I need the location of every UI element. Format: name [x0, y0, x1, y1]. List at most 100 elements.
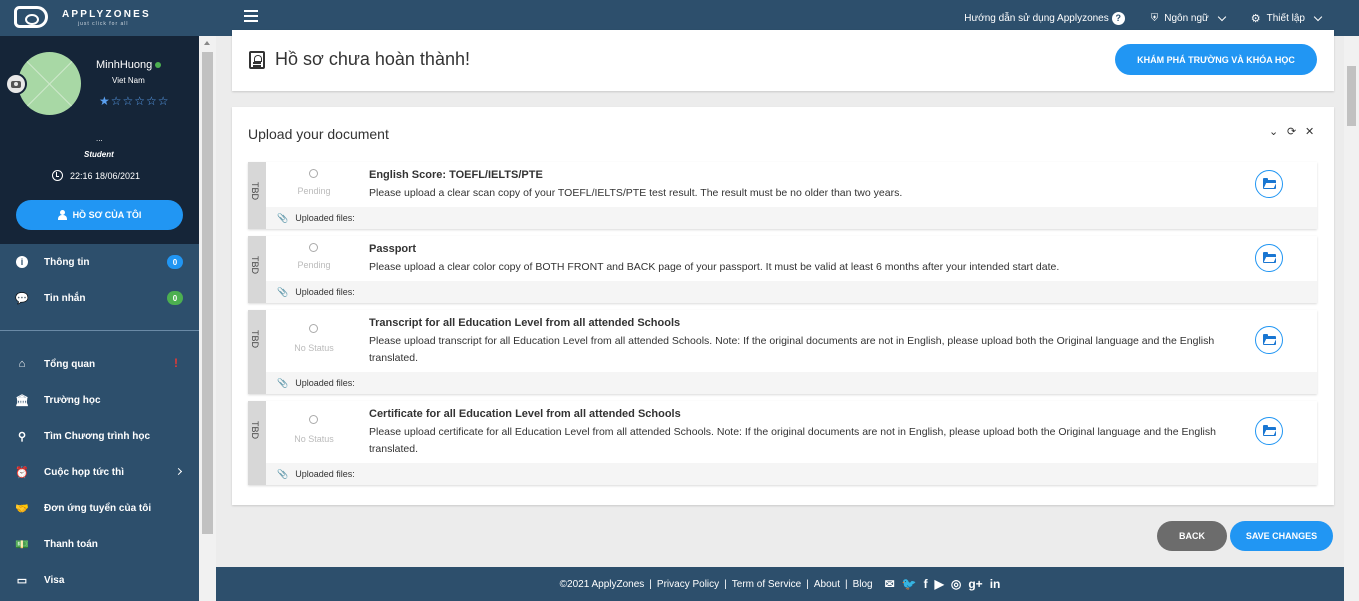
sidebar-item-find-program[interactable]: ⚲ Tìm Chương trình học: [0, 418, 199, 454]
scrollbar-thumb[interactable]: [1347, 66, 1356, 126]
language-dropdown[interactable]: ⛨ Ngôn ngữ: [1151, 12, 1227, 24]
help-label: Hướng dẫn sử dụng Applyzones: [964, 12, 1109, 24]
tbd-tag: TBD: [248, 236, 266, 303]
document-description: Please upload a clear scan copy of your …: [369, 187, 903, 199]
logo-text: APPLYZONES: [62, 9, 151, 20]
hamburger-menu-icon[interactable]: [244, 10, 258, 22]
save-changes-button[interactable]: SAVE CHANGES: [1230, 521, 1333, 551]
linkedin-icon[interactable]: in: [990, 577, 1001, 591]
uploaded-files-bar: 📎 Uploaded files:: [266, 281, 1317, 303]
upload-documents-card: Upload your document ⌄ ⟳ ✕ TBD Pending E…: [232, 107, 1334, 505]
applyzones-logo[interactable]: APPLYZONES just click for all: [14, 6, 154, 30]
collapse-chevron-icon[interactable]: ⌄: [1269, 125, 1278, 138]
about-link[interactable]: About: [814, 579, 840, 590]
document-description: Please upload a clear color copy of BOTH…: [369, 261, 1060, 273]
status-label: No Status: [294, 434, 334, 444]
sidebar-item-instant-meeting[interactable]: ⏰ Cuộc họp tức thì: [0, 454, 199, 490]
profile-role: Student: [84, 150, 114, 159]
uploaded-files-bar: 📎 Uploaded files:: [266, 372, 1317, 394]
sidebar-item-overview[interactable]: ⌂ Tổng quan !: [0, 346, 199, 382]
alert-icon: !: [174, 356, 178, 370]
googleplus-icon[interactable]: g+: [968, 577, 982, 591]
document-row-certificate: TBD No Status Certificate for all Educat…: [248, 401, 1317, 485]
scrollbar-thumb[interactable]: [202, 52, 213, 534]
profile-datetime: 22:16 18/06/2021: [52, 170, 140, 181]
privacy-policy-link[interactable]: Privacy Policy: [657, 579, 719, 590]
info-icon: i: [15, 255, 29, 269]
handshake-icon: 🤝: [15, 502, 29, 515]
upload-button[interactable]: [1255, 326, 1283, 354]
document-title: English Score: TOEFL/IELTS/PTE: [369, 169, 543, 181]
sidebar-item-my-applications[interactable]: 🤝 Đơn ứng tuyển của tôi: [0, 490, 199, 526]
sidebar-item-info[interactable]: i Thông tin 0: [0, 244, 199, 280]
sidebar-item-schools[interactable]: 🏛 Trường học: [0, 382, 199, 418]
paperclip-icon: 📎: [277, 377, 289, 388]
sidebar-top-nav: i Thông tin 0 💬 Tin nhắn 0: [0, 244, 199, 316]
status-radio[interactable]: [309, 324, 318, 333]
language-label: Ngôn ngữ: [1164, 12, 1209, 24]
profile-country: Viet Nam: [112, 76, 145, 85]
tbd-tag: TBD: [248, 401, 266, 485]
explore-schools-button[interactable]: KHÁM PHÁ TRƯỜNG VÀ KHÓA HỌC: [1115, 44, 1317, 75]
help-link[interactable]: Hướng dẫn sử dụng Applyzones ?: [964, 11, 1125, 25]
youtube-icon[interactable]: ▶: [935, 577, 944, 591]
settings-label: Thiết lập: [1266, 12, 1305, 24]
folder-open-icon: [1262, 177, 1276, 189]
camera-icon[interactable]: [5, 73, 27, 95]
document-row-passport: TBD Pending Passport Please upload a cle…: [248, 236, 1317, 303]
status-label: Pending: [297, 260, 331, 270]
terms-of-service-link[interactable]: Term of Service: [732, 579, 801, 590]
document-row-transcript: TBD No Status Transcript for all Educati…: [248, 310, 1317, 394]
avatar[interactable]: [18, 52, 81, 115]
sidebar-item-payment[interactable]: 💵 Thanh toán: [0, 526, 199, 562]
back-button[interactable]: BACK: [1157, 521, 1227, 551]
upload-button[interactable]: [1255, 417, 1283, 445]
uploaded-files-bar: 📎 Uploaded files:: [266, 463, 1317, 485]
mail-icon[interactable]: ✉: [885, 577, 895, 591]
profile-document-icon: [249, 51, 265, 69]
folder-open-icon: [1262, 251, 1276, 263]
social-links: ✉ 🐦 f ▶ ◎ g+ in: [885, 577, 1001, 591]
upload-button[interactable]: [1255, 244, 1283, 272]
online-status-icon: [155, 62, 162, 68]
sidebar-item-visa[interactable]: ▭ Visa: [0, 562, 199, 598]
status-radio[interactable]: [309, 243, 318, 252]
main-scrollbar[interactable]: [1344, 36, 1359, 601]
rating-stars: ★☆☆☆☆☆: [99, 94, 170, 108]
search-icon: ⚲: [17, 430, 27, 443]
school-icon: 🏛: [15, 394, 29, 407]
upload-section-title: Upload your document: [248, 126, 389, 142]
logo-tagline: just click for all: [78, 21, 129, 27]
home-icon: ⌂: [18, 358, 26, 370]
incomplete-profile-card: Hồ sơ chưa hoàn thành! KHÁM PHÁ TRƯỜNG V…: [232, 30, 1334, 91]
twitter-icon[interactable]: 🐦: [902, 577, 917, 591]
upload-button[interactable]: [1255, 170, 1283, 198]
instagram-icon[interactable]: ◎: [951, 577, 961, 591]
tbd-tag: TBD: [248, 162, 266, 229]
close-icon[interactable]: ✕: [1305, 125, 1314, 138]
profile-name: MinhHuong: [96, 59, 162, 71]
sidebar-scrollbar[interactable]: [199, 36, 216, 601]
meeting-icon: ⏰: [15, 466, 29, 479]
chevron-right-icon: [174, 467, 183, 476]
blog-link[interactable]: Blog: [853, 579, 873, 590]
sidebar-item-messages[interactable]: 💬 Tin nhắn 0: [0, 280, 199, 316]
messages-count-badge: 0: [167, 291, 183, 305]
my-profile-button[interactable]: HỒ SƠ CỦA TÔI: [16, 200, 183, 230]
logo-mark-icon: [14, 6, 48, 28]
status-radio[interactable]: [309, 169, 318, 178]
settings-dropdown[interactable]: ⚙ Thiết lập: [1251, 12, 1323, 25]
paperclip-icon: 📎: [277, 212, 289, 223]
incomplete-profile-title: Hồ sơ chưa hoàn thành!: [275, 49, 470, 69]
sidebar: MinhHuong Viet Nam ★☆☆☆☆☆ ... Student 22…: [0, 36, 199, 601]
refresh-icon[interactable]: ⟳: [1287, 125, 1296, 138]
chat-icon: 💬: [15, 292, 29, 305]
document-row-english-score: TBD Pending English Score: TOEFL/IELTS/P…: [248, 162, 1317, 229]
folder-open-icon: [1262, 424, 1276, 436]
document-description: Please upload certificate for all Educat…: [369, 426, 1216, 455]
facebook-icon[interactable]: f: [924, 577, 928, 591]
alarm-clock-icon: [52, 170, 63, 181]
folder-open-icon: [1262, 333, 1276, 345]
card-icon: ▭: [16, 574, 28, 587]
status-radio[interactable]: [309, 415, 318, 424]
